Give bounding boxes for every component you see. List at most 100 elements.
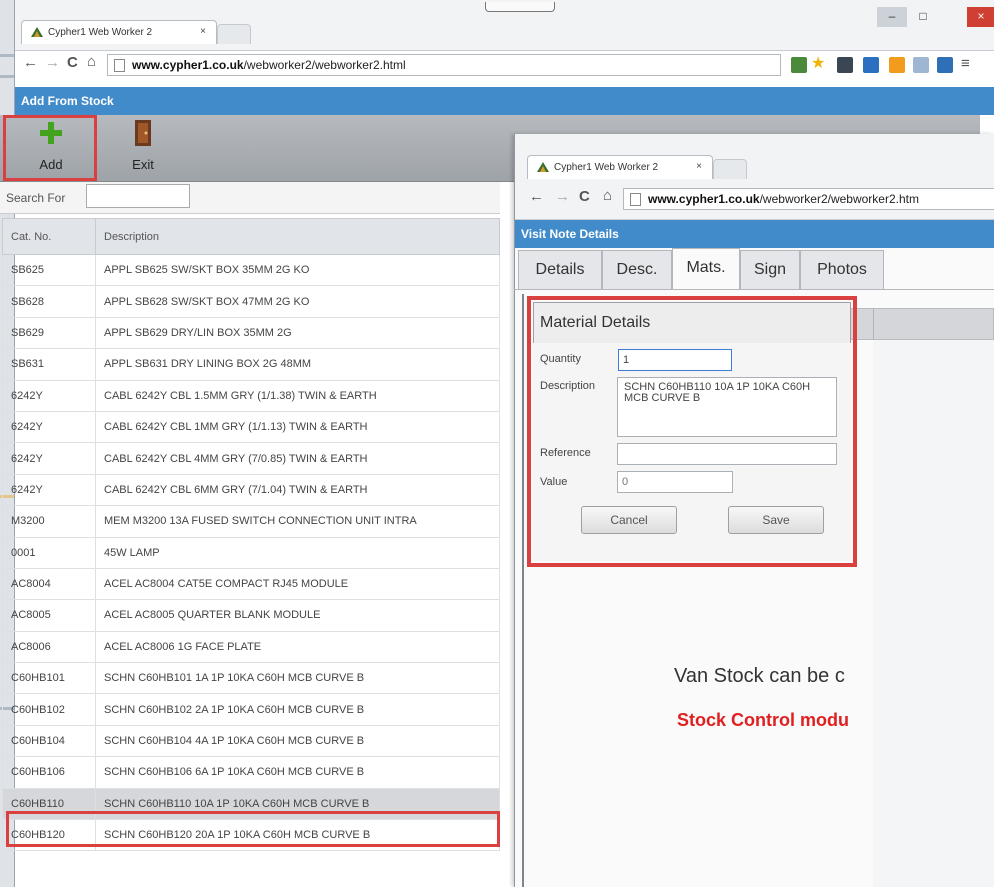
table-row[interactable]: C60HB101 SCHN C60HB101 1A 1P 10KA C60H MC… [2,662,500,695]
window-close-button[interactable]: × [967,7,994,27]
address-bar[interactable]: www.cypher1.co.uk/webworker2/webworker2.… [107,54,781,76]
door-exit-icon [135,120,151,146]
description-cell: ACEL AC8006 1G FACE PLATE [95,630,500,664]
cat-no-cell: 0001 [2,536,96,569]
search-label: Search For [6,191,66,205]
extension-icon[interactable] [913,57,929,73]
table-row[interactable]: AC8005 ACEL AC8005 QUARTER BLANK MODULE [2,599,500,632]
cat-no-cell: SB629 [2,316,96,350]
forward-icon[interactable]: → [45,54,60,71]
address-bar[interactable]: www.cypher1.co.uk/webworker2/webworker2.… [623,188,994,210]
page-header: Add From Stock [15,87,994,115]
url-path: /webworker2/webworker2.htm [759,192,919,206]
minimize-button[interactable]: – [877,7,907,27]
cypher-favicon-icon [31,27,43,37]
extension-icon[interactable] [837,57,853,73]
back-icon[interactable]: ← [23,54,38,71]
cat-no-cell: M3200 [2,505,96,538]
cat-no-cell: 6242Y [2,442,96,475]
tab-mats[interactable]: Mats. [672,248,740,290]
home-icon[interactable]: ⌂ [603,187,612,204]
table-row[interactable]: C60HB104 SCHN C60HB104 4A 1P 10KA C60H MC… [2,724,500,758]
extension-icon[interactable] [863,57,879,73]
description-cell: SCHN C60HB101 1A 1P 10KA C60H MCB CURVE … [95,662,500,695]
restore-button[interactable]: □ [908,7,938,27]
cat-no-cell: C60HB102 [2,693,96,726]
cat-no-cell: AC8004 [2,567,96,601]
table-row[interactable]: SB628 APPL SB628 SW/SKT BOX 47MM 2G KO [2,285,500,318]
table-row[interactable]: SB629 APPL SB629 DRY/LIN BOX 35MM 2G [2,316,500,350]
cat-no-cell: SB631 [2,348,96,381]
column-header-description[interactable]: Description [95,218,500,255]
table-row[interactable]: 6242Y CABL 6242Y CBL 1.5MM GRY (1/1.38) T… [2,379,500,412]
cat-no-cell: C60HB101 [2,662,96,695]
bookmark-star-icon[interactable]: ★ [811,56,827,73]
extension-icon[interactable] [889,57,905,73]
page-header: Visit Note Details [515,220,994,248]
search-input[interactable] [86,184,190,208]
cat-no-cell: 6242Y [2,379,96,412]
browser-tab[interactable]: Cypher1 Web Worker 2 × [527,155,713,179]
background-tick [0,54,14,57]
caption-heading: Stock Control modu [677,710,849,730]
page-icon [630,193,641,206]
search-row [0,182,500,214]
table-row[interactable]: SB631 APPL SB631 DRY LINING BOX 2G 48MM [2,348,500,381]
table-row[interactable]: AC8004 ACEL AC8004 CAT5E COMPACT RJ45 MOD… [2,567,500,601]
home-icon[interactable]: ⌂ [87,53,96,70]
new-tab-button[interactable] [217,24,251,44]
table-row[interactable]: SB625 APPL SB625 SW/SKT BOX 35MM 2G KO [2,253,500,287]
extension-icon[interactable] [937,57,953,73]
cat-no-cell: C60HB104 [2,724,96,758]
description-cell: ACEL AC8005 QUARTER BLANK MODULE [95,599,500,632]
new-tab-button[interactable] [713,159,747,179]
tab-sign[interactable]: Sign [740,250,800,290]
tab-label: Photos [817,261,867,278]
description-cell: SCHN C60HB102 2A 1P 10KA C60H MCB CURVE … [95,693,500,726]
browser-tab[interactable]: Cypher1 Web Worker 2 × [21,20,217,44]
description-cell: APPL SB631 DRY LINING BOX 2G 48MM [95,348,500,381]
column-header-cat-no[interactable]: Cat. No. [2,218,96,255]
tab-close-icon[interactable]: × [696,161,702,172]
reload-icon[interactable]: C [67,54,78,71]
tab-photos[interactable]: Photos [800,250,884,290]
table-row[interactable]: 6242Y CABL 6242Y CBL 4MM GRY (7/0.85) TWI… [2,442,500,475]
description-cell: MEM M3200 13A FUSED SWITCH CONNECTION UN… [95,505,500,538]
cat-no-cell: C60HB106 [2,756,96,789]
tab-details[interactable]: Details [518,250,602,290]
tab-label: Mats. [686,259,726,276]
menu-icon[interactable]: ≡ [961,56,977,73]
cat-no-cell: 6242Y [2,410,96,444]
reload-icon[interactable]: C [579,188,590,205]
exit-label: Exit [132,157,154,172]
tab-close-icon[interactable]: × [200,26,206,37]
page-title: Visit Note Details [521,227,619,241]
stock-table-body: SB625 APPL SB625 SW/SKT BOX 35MM 2G KO SB6… [2,253,500,852]
table-row[interactable]: 6242Y CABL 6242Y CBL 1MM GRY (1/1.13) TWI… [2,410,500,444]
table-row[interactable]: C60HB102 SCHN C60HB102 2A 1P 10KA C60H MC… [2,693,500,726]
url-path: /webworker2/webworker2.html [243,58,406,72]
minimize-icon: – [888,9,896,23]
forward-icon[interactable]: → [555,188,570,205]
materials-list-header [850,308,994,340]
back-icon[interactable]: ← [529,188,544,205]
table-row[interactable]: C60HB106 SCHN C60HB106 6A 1P 10KA C60H MC… [2,756,500,789]
table-row[interactable]: M3200 MEM M3200 13A FUSED SWITCH CONNECTI… [2,505,500,538]
tab-desc[interactable]: Desc. [602,250,672,290]
window-border [522,294,524,887]
close-icon: × [977,9,985,23]
tab-label: Details [535,261,585,278]
table-row[interactable]: 0001 45W LAMP [2,536,500,569]
description-cell: APPL SB628 SW/SKT BOX 47MM 2G KO [95,285,500,318]
table-row[interactable]: 6242Y CABL 6242Y CBL 6MM GRY (7/1.04) TWI… [2,473,500,507]
restore-icon: □ [919,9,927,23]
exit-button[interactable]: Exit [100,118,186,178]
extension-icon[interactable] [791,57,807,73]
selected-row-highlight [6,811,500,847]
cat-no-cell: SB625 [2,253,96,287]
description-cell: SCHN C60HB104 4A 1P 10KA C60H MCB CURVE … [95,724,500,758]
tab-title: Cypher1 Web Worker 2 [48,27,153,38]
cat-no-cell: 6242Y [2,473,96,507]
tabs-divider [514,289,994,290]
table-row[interactable]: AC8006 ACEL AC8006 1G FACE PLATE [2,630,500,664]
